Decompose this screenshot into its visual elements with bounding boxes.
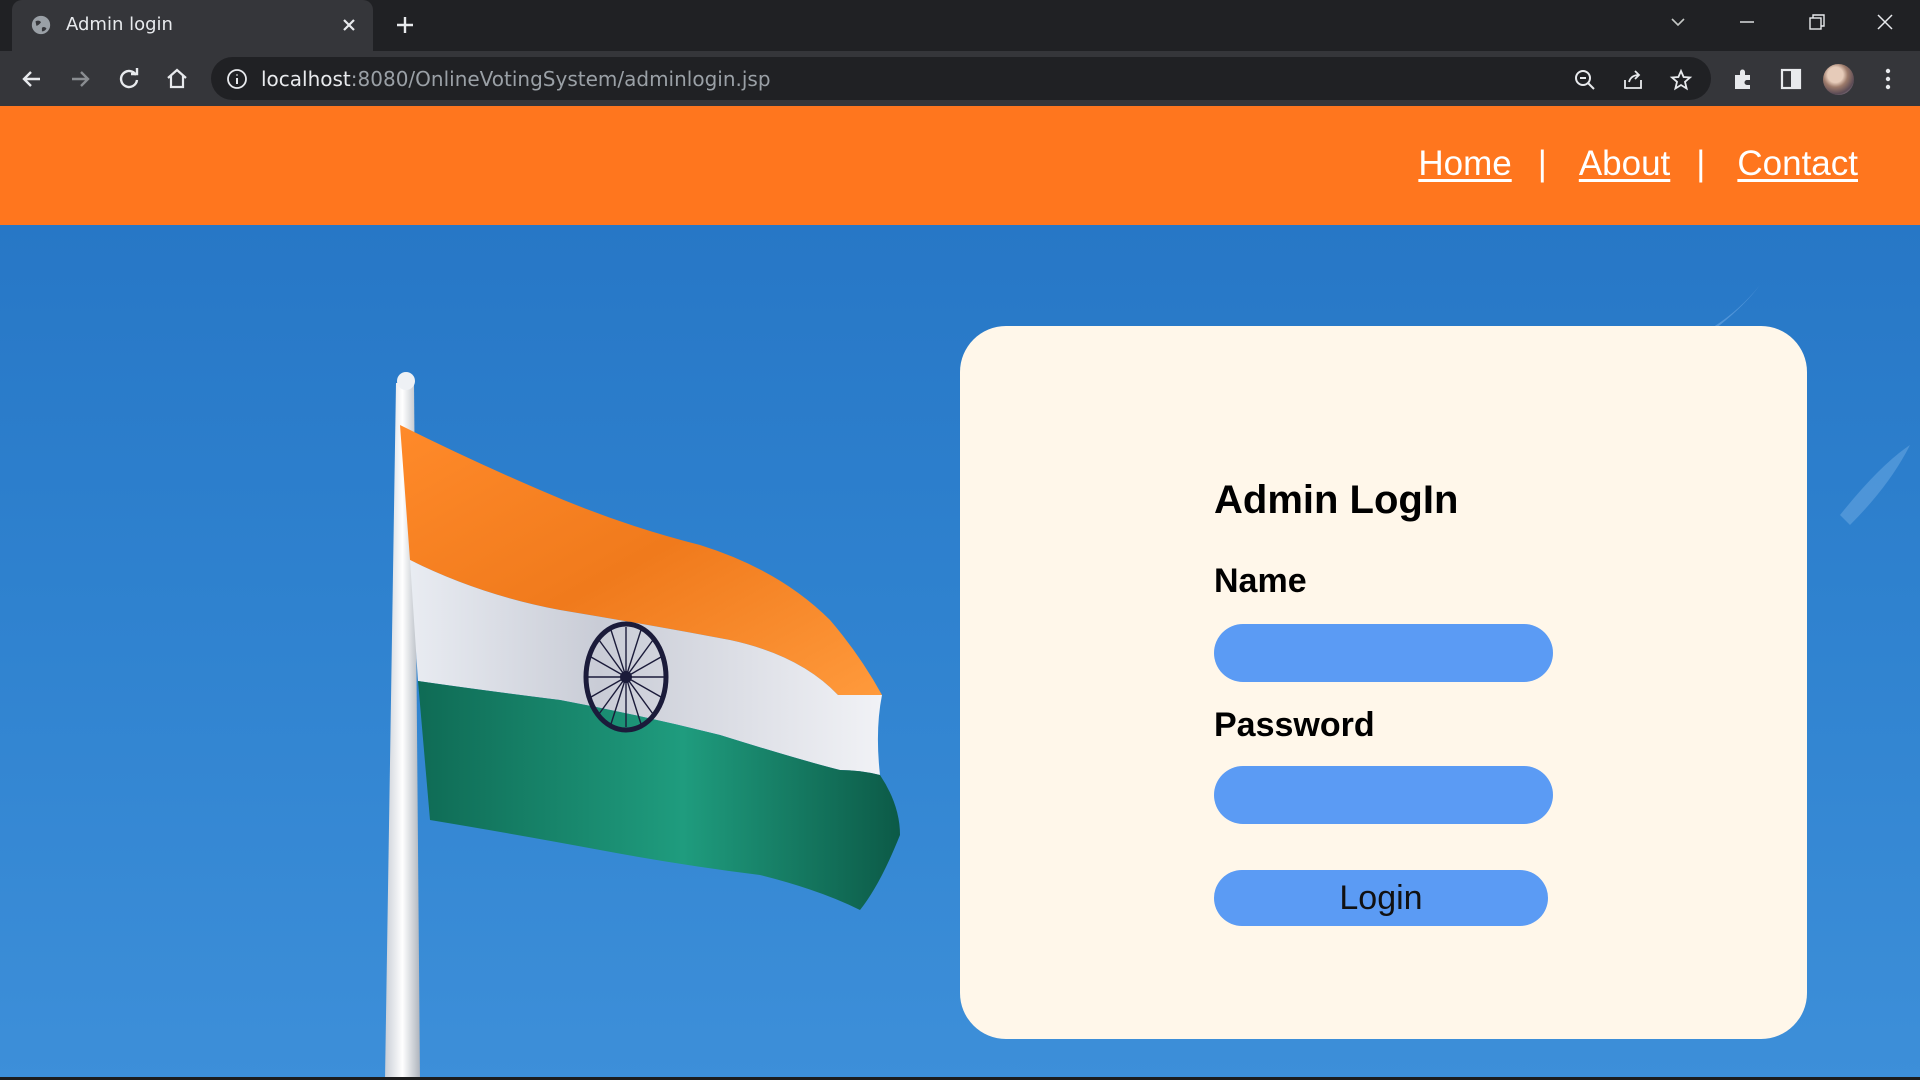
browser-tabstrip: Admin login: [0, 0, 1920, 51]
nav-links: Home | About | Contact: [1418, 144, 1858, 184]
profile-avatar[interactable]: [1823, 64, 1854, 95]
password-label: Password: [1214, 706, 1375, 744]
ashoka-chakra: [583, 621, 669, 733]
address-bar[interactable]: localhost:8080/OnlineVotingSystem/adminl…: [211, 57, 1711, 100]
name-input[interactable]: [1214, 624, 1553, 682]
restore-icon[interactable]: [1801, 10, 1831, 34]
globe-icon: [31, 15, 51, 35]
menu-kebab-icon[interactable]: [1874, 65, 1902, 93]
browser-toolbar: localhost:8080/OnlineVotingSystem/adminl…: [0, 51, 1920, 106]
back-icon[interactable]: [18, 65, 46, 93]
extensions-icon[interactable]: [1729, 65, 1757, 93]
side-panel-icon[interactable]: [1777, 65, 1805, 93]
nav-home-link[interactable]: Home: [1418, 144, 1511, 184]
url-text[interactable]: localhost:8080/OnlineVotingSystem/adminl…: [261, 67, 771, 91]
close-window-icon[interactable]: [1870, 10, 1900, 34]
zoom-icon[interactable]: [1573, 68, 1597, 92]
home-icon[interactable]: [163, 65, 191, 93]
url-host: localhost: [261, 67, 351, 91]
share-icon[interactable]: [1621, 68, 1645, 92]
minimize-icon[interactable]: [1732, 10, 1762, 34]
nav-separator: |: [1537, 144, 1547, 183]
browser-tab[interactable]: Admin login: [12, 0, 373, 51]
site-info-icon[interactable]: [226, 68, 248, 90]
nav-separator: |: [1696, 144, 1706, 183]
nav-about-link[interactable]: About: [1579, 144, 1670, 184]
password-input[interactable]: [1214, 766, 1553, 824]
name-label: Name: [1214, 562, 1307, 600]
web-page: Home | About | Contact Admin LogIn Name …: [0, 106, 1920, 1080]
login-card: Admin LogIn Name Password Login: [960, 326, 1807, 1039]
close-tab-icon[interactable]: [339, 15, 359, 35]
site-navbar: Home | About | Contact: [0, 106, 1920, 225]
nav-contact-link[interactable]: Contact: [1737, 144, 1858, 184]
login-button[interactable]: Login: [1214, 870, 1548, 926]
tab-search-icon[interactable]: [1663, 10, 1693, 34]
forward-icon[interactable]: [66, 65, 94, 93]
bookmark-star-icon[interactable]: [1669, 68, 1693, 92]
login-title: Admin LogIn: [1214, 478, 1459, 522]
new-tab-icon[interactable]: [393, 13, 417, 37]
url-path: :8080/OnlineVotingSystem/adminlogin.jsp: [350, 67, 771, 91]
reload-icon[interactable]: [115, 65, 143, 93]
tab-title: Admin login: [66, 14, 173, 35]
